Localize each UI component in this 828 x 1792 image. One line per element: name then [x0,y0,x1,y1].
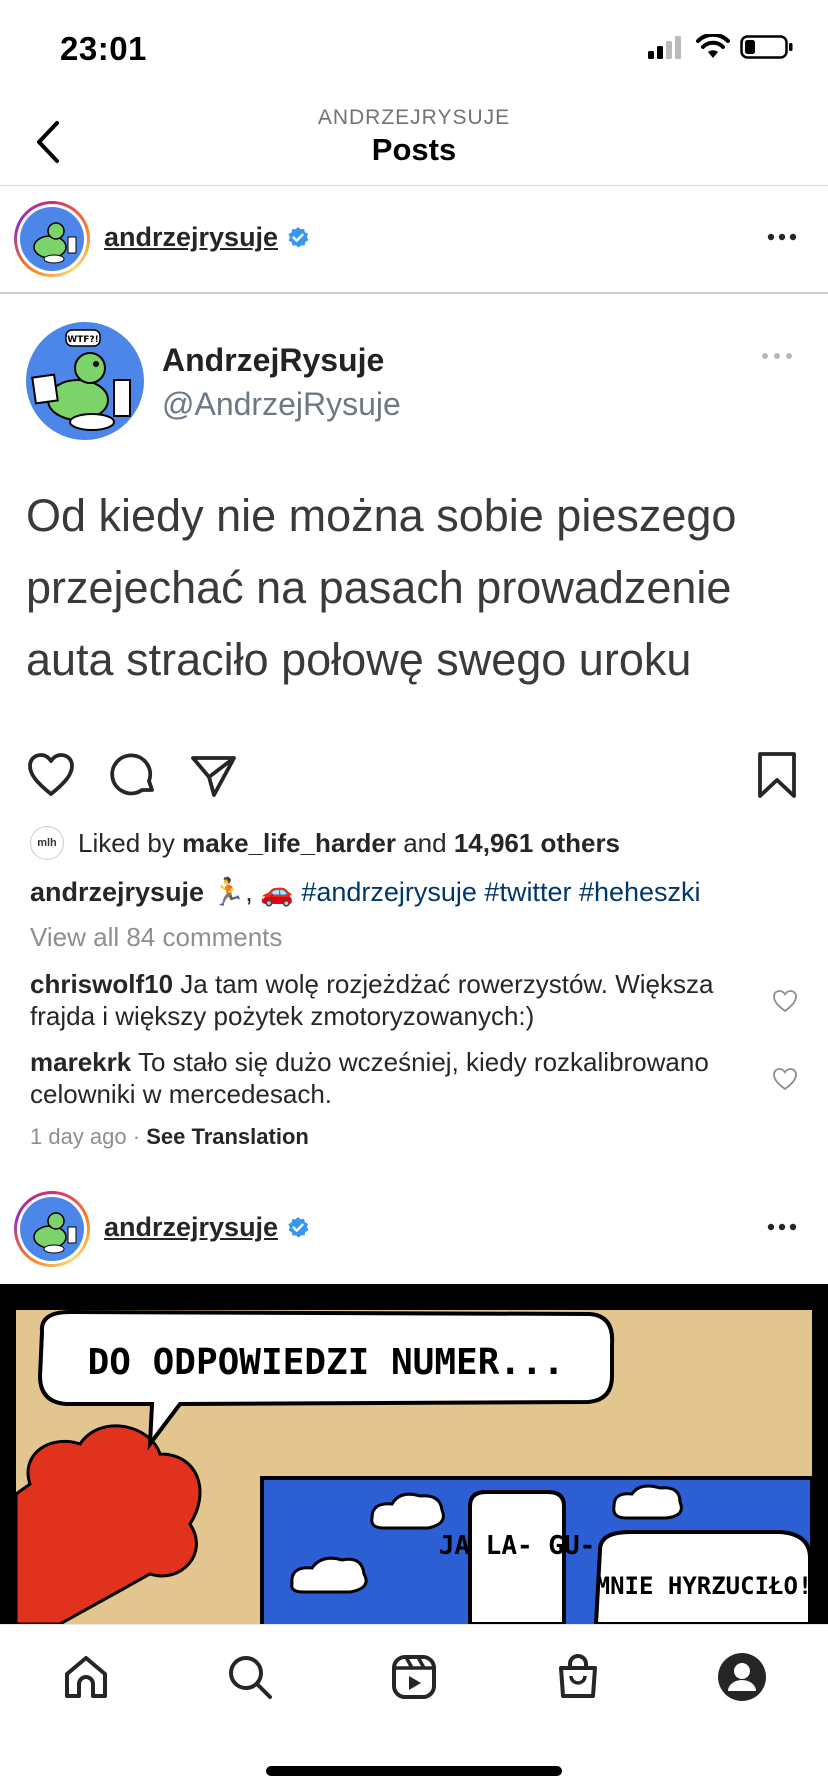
post-time: 1 day ago [30,1124,127,1149]
tab-search[interactable] [222,1649,278,1705]
verified-badge-icon [288,1217,309,1238]
post-username[interactable]: andrzejrysuje [104,1212,278,1243]
avatar-bubble-text: WTF?! [67,335,99,345]
home-indicator [266,1766,562,1776]
comic-drawing: DO ODPOWIEDZI NUMER... JA LA- GU- MNIE H… [14,1309,814,1624]
signal-icon [648,36,681,59]
verified-badge-icon [288,227,309,248]
liked-by-text: Liked by make_life_harder and 14,961 oth… [78,828,620,859]
comment-like-heart-icon[interactable] [772,1066,798,1092]
tweet-image[interactable]: WTF?! AndrzejRysuje @AndrzejRysuje Od ki… [0,292,828,722]
shopping-bag-icon [559,1654,597,1698]
tweet-author-handle: @AndrzejRysuje [162,386,401,422]
liked-prefix: Liked by [78,828,183,858]
meta-separator: · [132,1124,141,1149]
bookmark-icon[interactable] [752,750,802,800]
battery-icon [740,35,793,59]
bottom-tab-bar [0,1624,828,1792]
comment-icon[interactable] [108,750,158,800]
share-paper-plane-icon[interactable] [188,750,238,800]
comment-username[interactable]: marekrk [30,1047,131,1077]
comment-item: marekrk To stało się dużo wcześniej, kie… [30,1046,730,1110]
liked-by-row[interactable]: mlh Liked by make_life_harder and 14,961… [30,826,810,866]
post-meta-row: 1 day ago · See Translation [30,1124,810,1150]
tweet-avatar: WTF?! [26,322,144,440]
tab-home[interactable] [58,1649,114,1705]
liker-avatar: mlh [30,826,64,860]
tweet-more-icon [762,353,792,359]
nav-header: ANDRZEJRYSUJE Posts [0,96,828,186]
turtle-avatar-icon: WTF?! [26,322,144,440]
post-image-comic[interactable]: DO ODPOWIEDZI NUMER... JA LA- GU- MNIE H… [0,1284,828,1624]
view-all-comments-link[interactable]: View all 84 comments [30,922,810,953]
header-subtitle: ANDRZEJRYSUJE [317,106,511,129]
turtle-avatar-icon [20,1197,84,1261]
home-icon [65,1656,107,1698]
status-bar: 23:01 [0,0,828,96]
liked-middle: and [395,828,454,858]
comic-bubble-text: MNIE HYRZUCIŁO! [596,1572,813,1600]
more-options-icon[interactable] [764,222,800,252]
comment-text: To stało się dużo wcześniej, kiedy rozka… [30,1047,709,1109]
post-header: andrzejrysuje [0,1176,828,1282]
status-icons [646,34,794,60]
tab-shop[interactable] [550,1649,606,1705]
tab-profile[interactable] [714,1649,770,1705]
avatar[interactable] [14,201,90,277]
comic-bubble-text: JA LA- GU- [439,1531,596,1561]
see-translation-link[interactable]: See Translation [146,1124,309,1149]
comment-like-heart-icon[interactable] [772,988,798,1014]
comment-username[interactable]: chriswolf10 [30,969,173,999]
like-heart-icon[interactable] [26,750,76,800]
avatar[interactable] [14,1191,90,1267]
more-options-icon[interactable] [764,1212,800,1242]
post-username[interactable]: andrzejrysuje [104,222,278,253]
caption-hashtags[interactable]: #andrzejrysuje #twitter #heheszki [301,877,700,907]
tweet-text: Od kiedy nie można sobie pieszego przeje… [26,490,737,685]
post-actions [0,742,828,802]
comment-item: chriswolf10 Ja tam wolę rozjeżdżać rower… [30,968,730,1032]
tweet-author-name: AndrzejRysuje [162,342,385,378]
status-time: 23:01 [60,30,147,67]
turtle-avatar-icon [20,207,84,271]
tab-reels[interactable] [386,1649,442,1705]
search-icon [229,1656,272,1699]
page-title: Posts [371,132,457,167]
caption-emoji: 🏃, 🚗 [204,877,302,907]
post-header: andrzejrysuje [0,186,828,292]
wifi-icon [696,34,730,58]
profile-avatar-icon [718,1653,766,1701]
comic-bubble-text: DO ODPOWIEDZI NUMER... [88,1342,565,1383]
likes-count[interactable]: 14,961 others [454,828,620,858]
liker-username[interactable]: make_life_harder [182,828,396,858]
caption: andrzejrysuje 🏃, 🚗 #andrzejrysuje #twitt… [30,876,810,908]
caption-username[interactable]: andrzejrysuje [30,877,204,907]
reels-icon [392,1655,436,1699]
